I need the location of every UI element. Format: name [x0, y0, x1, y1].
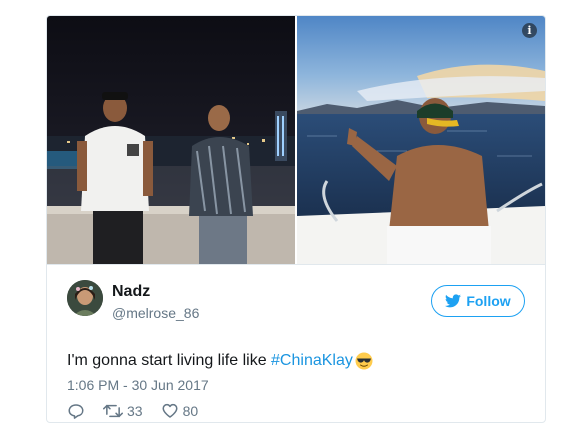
tweet-timestamp[interactable]: 1:06 PM - 30 Jun 2017 — [67, 377, 209, 393]
reply-action[interactable] — [67, 402, 85, 420]
photo-rooftop-night-image — [47, 16, 295, 264]
author-display-name[interactable]: Nadz — [112, 283, 150, 301]
photo-boat-sea-image — [297, 16, 545, 264]
tweet-media[interactable]: i — [47, 16, 545, 264]
follow-button[interactable]: Follow — [431, 285, 525, 317]
tweet-text-prefix: I'm gonna start living life like — [67, 352, 272, 369]
avatar-image — [67, 280, 103, 316]
sunglasses-emoji-icon — [355, 352, 373, 370]
embedded-tweet-card[interactable]: i Nadz @melrose_86 Follow I'm gonna star… — [46, 15, 546, 423]
retweet-action[interactable]: 33 — [103, 402, 143, 420]
tweet-text: I'm gonna start living life like #ChinaK… — [67, 352, 373, 370]
follow-button-label: Follow — [466, 293, 511, 309]
reply-icon — [68, 404, 84, 419]
like-count: 80 — [182, 403, 199, 419]
photo-rooftop-night[interactable] — [47, 16, 295, 264]
hashtag-link[interactable]: #ChinaKlay — [271, 352, 353, 370]
info-icon[interactable]: i — [522, 23, 537, 38]
author-avatar[interactable] — [67, 280, 103, 316]
tweet-actions: 33 80 — [67, 402, 198, 420]
like-action[interactable]: 80 — [161, 402, 199, 420]
heart-icon — [162, 403, 178, 418]
twitter-bird-icon — [445, 294, 462, 308]
photo-boat-sea[interactable]: i — [297, 16, 545, 264]
tweet-body: Nadz @melrose_86 Follow I'm gonna start … — [47, 265, 545, 422]
author-handle[interactable]: @melrose_86 — [112, 305, 199, 321]
retweet-icon — [103, 404, 123, 418]
retweet-count: 33 — [127, 403, 143, 419]
